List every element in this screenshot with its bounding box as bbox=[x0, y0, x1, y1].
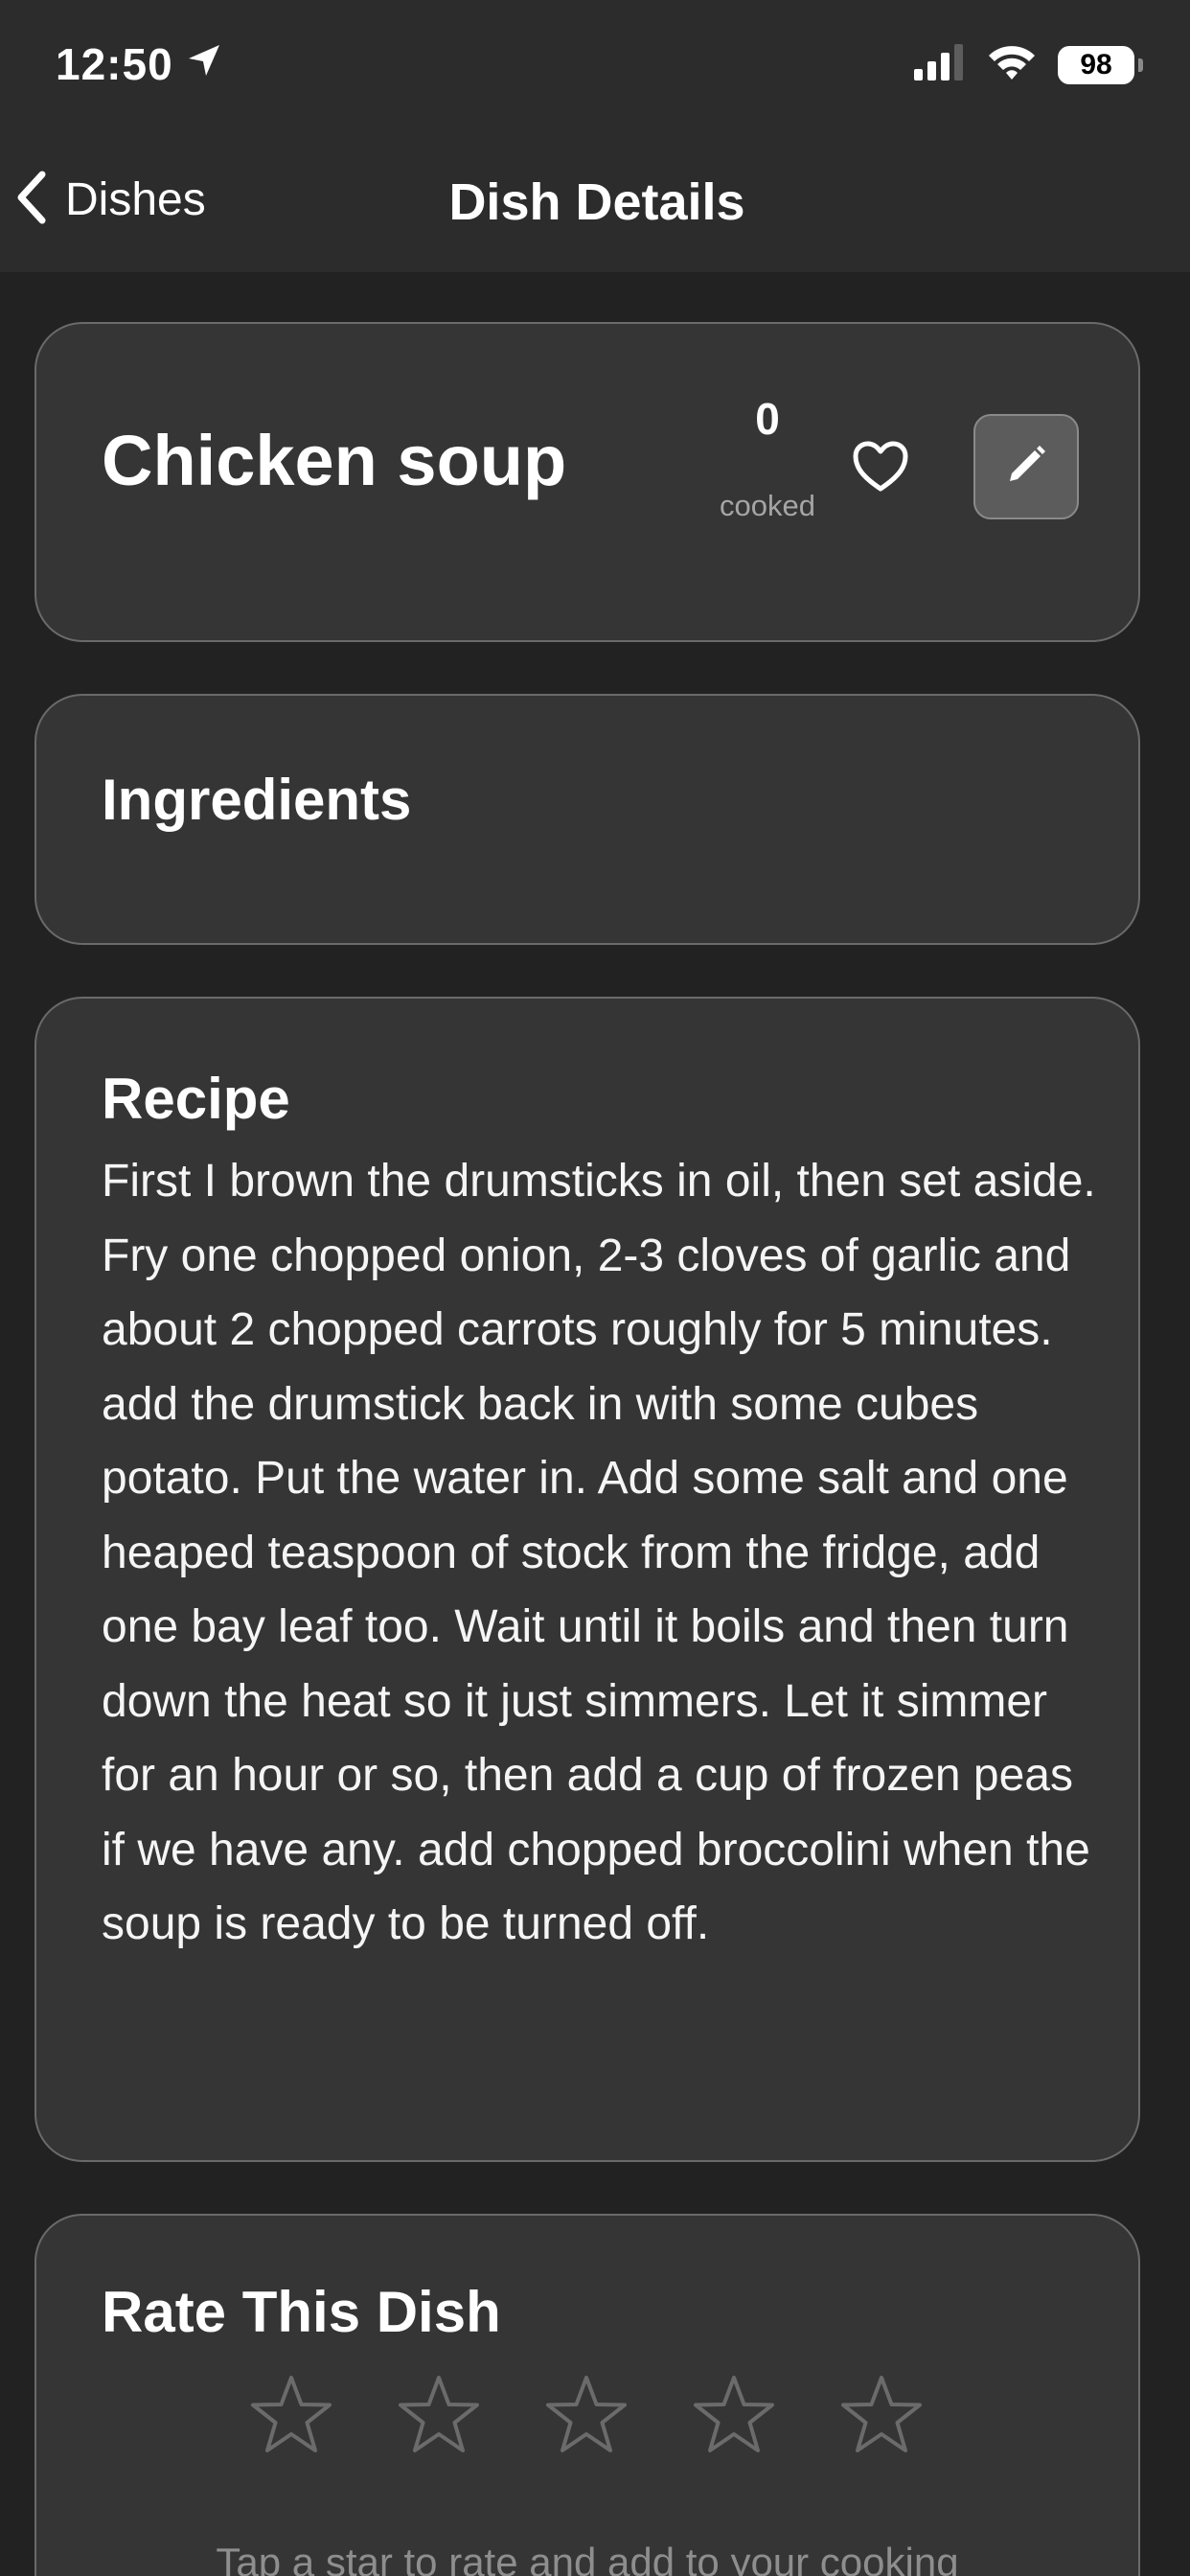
dish-name: Chicken soup bbox=[102, 421, 567, 500]
dish-header-card: Chicken soup 0 cooked bbox=[34, 322, 1140, 642]
star-button-5[interactable] bbox=[837, 2373, 926, 2461]
status-icons: 98 bbox=[914, 44, 1143, 85]
rating-hint: Tap a star to rate and add to your cooki… bbox=[216, 2540, 959, 2576]
star-rating bbox=[247, 2373, 926, 2461]
status-time-group: 12:50 bbox=[56, 38, 223, 90]
rating-title: Rate This Dish bbox=[102, 2280, 501, 2344]
signal-bars-icon bbox=[914, 44, 966, 85]
recipe-card: Recipe First I brown the drumsticks in o… bbox=[34, 997, 1140, 2162]
star-outline-icon bbox=[691, 2374, 777, 2461]
star-button-1[interactable] bbox=[247, 2373, 335, 2461]
ingredients-card: Ingredients bbox=[34, 694, 1140, 945]
pencil-icon bbox=[1004, 443, 1048, 492]
cooked-count: 0 bbox=[755, 394, 780, 444]
top-bar: 12:50 98 Dishes Dish Details bbox=[0, 0, 1190, 272]
heart-outline-icon bbox=[853, 441, 908, 497]
star-button-3[interactable] bbox=[542, 2373, 630, 2461]
recipe-title: Recipe bbox=[102, 1067, 290, 1131]
edit-button[interactable] bbox=[973, 414, 1079, 519]
page-title: Dish Details bbox=[448, 173, 745, 231]
cooked-label: cooked bbox=[720, 489, 815, 522]
star-outline-icon bbox=[396, 2374, 482, 2461]
wifi-icon bbox=[987, 44, 1037, 85]
star-outline-icon bbox=[248, 2374, 334, 2461]
star-button-4[interactable] bbox=[690, 2373, 778, 2461]
star-outline-icon bbox=[838, 2374, 925, 2461]
dish-details-screen: 12:50 98 Dishes Dish Details Chicken sou… bbox=[0, 0, 1190, 2576]
star-outline-icon bbox=[543, 2374, 629, 2461]
status-time: 12:50 bbox=[56, 39, 173, 89]
battery-icon: 98 bbox=[1058, 45, 1143, 84]
star-button-2[interactable] bbox=[395, 2373, 483, 2461]
rating-card: Rate This Dish Tap a star to rate and ad… bbox=[34, 2214, 1140, 2576]
recipe-text: First I brown the drumsticks in oil, the… bbox=[102, 1156, 1096, 1949]
ingredients-title: Ingredients bbox=[102, 768, 412, 832]
favorite-button[interactable] bbox=[847, 435, 914, 502]
location-arrow-icon bbox=[185, 38, 223, 90]
